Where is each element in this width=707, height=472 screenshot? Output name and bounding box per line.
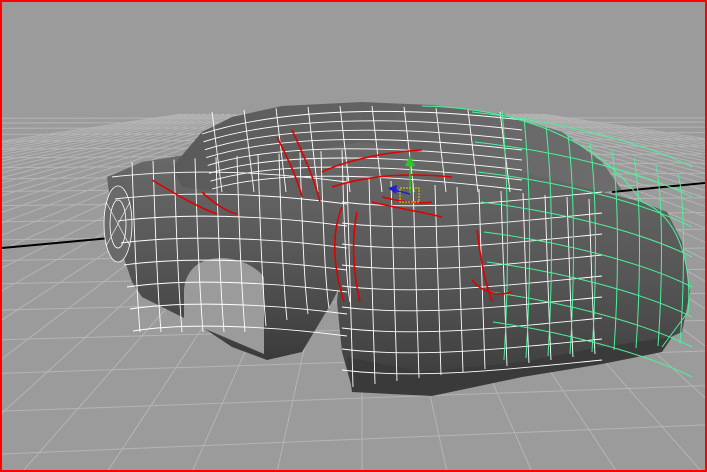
grid-line	[2, 424, 705, 455]
viewport-scene[interactable]	[2, 2, 705, 470]
3d-viewport[interactable]	[0, 0, 707, 472]
